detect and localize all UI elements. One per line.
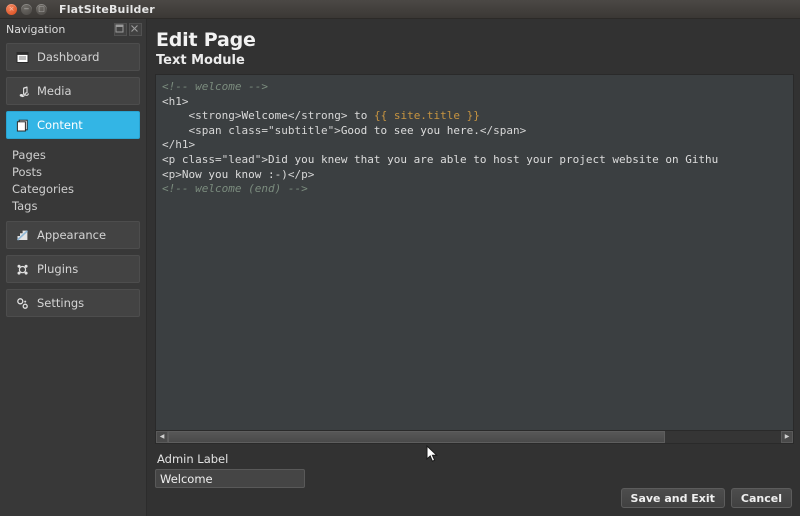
code-token-text: Did you knew that you are able to host y… — [268, 153, 718, 166]
content-page-icon — [15, 118, 29, 132]
dashboard-icon — [15, 50, 29, 64]
maximize-icon: □ — [36, 4, 47, 15]
sidebar-subitem-pages[interactable]: Pages — [12, 147, 140, 164]
footer-actions: Save and Exit Cancel — [155, 488, 794, 510]
code-token-tag: <strong> — [162, 109, 241, 122]
application-window: × − □ FlatSiteBuilder Navigation — [0, 0, 800, 516]
scroll-left-arrow-icon[interactable]: ◀ — [156, 431, 168, 443]
appearance-icon — [15, 228, 29, 242]
code-editor-text-area[interactable]: <!-- welcome --> <h1> <strong>Welcome</s… — [156, 75, 793, 430]
code-token-text: to — [347, 109, 374, 122]
window-title: FlatSiteBuilder — [59, 3, 155, 16]
sidebar-item-label: Dashboard — [37, 50, 99, 64]
sidebar-item-settings[interactable]: Settings — [6, 289, 140, 317]
code-token-text: Welcome — [241, 109, 287, 122]
scroll-right-arrow-icon[interactable]: ▶ — [781, 431, 793, 443]
navigation-dock: Navigation — [0, 19, 147, 516]
window-control-buttons: × − □ — [6, 4, 47, 15]
navigation-dock-header: Navigation — [0, 19, 146, 39]
sidebar-subitem-categories[interactable]: Categories — [12, 181, 140, 198]
code-token-text: Now you know :-) — [182, 168, 288, 181]
sidebar-item-label: Appearance — [37, 228, 106, 242]
sidebar-item-label: Content — [37, 118, 83, 132]
plugins-icon — [15, 262, 29, 276]
module-title: Text Module — [156, 52, 794, 69]
sidebar-item-media[interactable]: Media — [6, 77, 140, 105]
cancel-button[interactable]: Cancel — [731, 488, 792, 508]
window-maximize-button[interactable]: □ — [36, 4, 47, 15]
code-token-tag: <p> — [162, 168, 182, 181]
main-content-area: Edit Page Text Module <!-- welcome --> <… — [147, 19, 800, 516]
code-token-tag: </h1> — [162, 138, 195, 151]
navigation-dock-title: Navigation — [6, 23, 112, 36]
sidebar-item-plugins[interactable]: Plugins — [6, 255, 140, 283]
save-and-exit-button[interactable]: Save and Exit — [621, 488, 725, 508]
sidebar-subitem-tags[interactable]: Tags — [12, 198, 140, 215]
sidebar-item-label: Media — [37, 84, 72, 98]
sidebar-item-label: Settings — [37, 296, 84, 310]
navigation-list: Dashboard Media — [0, 39, 146, 516]
dock-float-icon[interactable] — [114, 23, 127, 36]
code-token-tag: <h1> — [162, 95, 189, 108]
float-icon — [115, 24, 124, 33]
minimize-icon: − — [21, 4, 32, 15]
code-editor[interactable]: <!-- welcome --> <h1> <strong>Welcome</s… — [155, 74, 794, 444]
sidebar-item-content[interactable]: Content — [6, 111, 140, 139]
admin-label-input[interactable] — [155, 469, 305, 488]
admin-label-caption: Admin Label — [157, 452, 794, 466]
window-minimize-button[interactable]: − — [21, 4, 32, 15]
window-titlebar: × − □ FlatSiteBuilder — [0, 0, 800, 19]
media-note-icon — [15, 84, 29, 98]
code-token-tag: </span> — [480, 124, 526, 137]
code-token-tag: </p> — [288, 168, 315, 181]
code-token-text: Good to see you here. — [341, 124, 480, 137]
sidebar-item-label: Plugins — [37, 262, 78, 276]
code-editor-content: <!-- welcome --> <h1> <strong>Welcome</s… — [162, 80, 793, 197]
sidebar-item-dashboard[interactable]: Dashboard — [6, 43, 140, 71]
code-token-tag: <p class="lead"> — [162, 153, 268, 166]
code-token-tag: </strong> — [288, 109, 348, 122]
sidebar-subitem-posts[interactable]: Posts — [12, 164, 140, 181]
code-token-comment: <!-- welcome (end) --> — [162, 182, 308, 195]
page-title: Edit Page — [156, 28, 794, 52]
scrollbar-track[interactable] — [168, 431, 781, 443]
code-token-var: {{ site.title }} — [374, 109, 480, 122]
settings-gear-icon — [15, 296, 29, 310]
close-icon — [130, 24, 139, 33]
editor-horizontal-scrollbar[interactable]: ◀ ▶ — [156, 430, 793, 443]
content-subnav: Pages Posts Categories Tags — [6, 145, 140, 221]
close-icon: × — [6, 4, 17, 15]
code-token-comment: <!-- welcome --> — [162, 80, 268, 93]
window-close-button[interactable]: × — [6, 4, 17, 15]
sidebar-item-appearance[interactable]: Appearance — [6, 221, 140, 249]
code-token-tag: <span class="subtitle"> — [162, 124, 341, 137]
scrollbar-thumb[interactable] — [168, 431, 665, 443]
dock-close-icon[interactable] — [129, 23, 142, 36]
window-body: Navigation — [0, 19, 800, 516]
